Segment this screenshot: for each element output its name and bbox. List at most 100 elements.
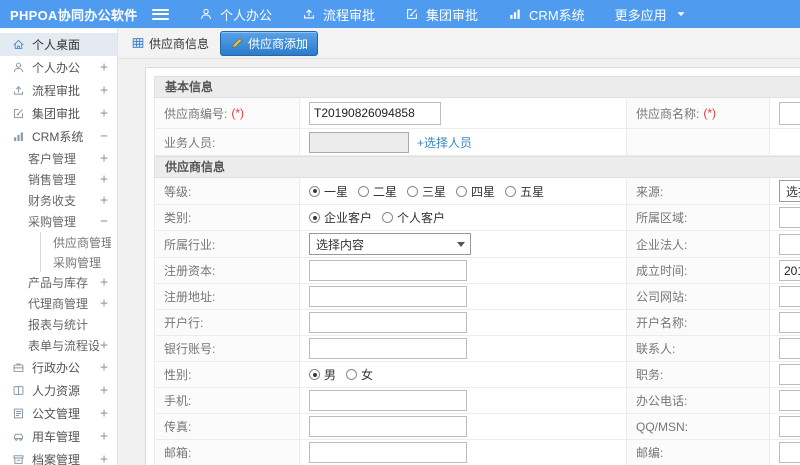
expander-icon[interactable]: + [100,296,108,311]
sidebar-item-个人桌面[interactable]: 个人桌面 [0,33,117,56]
text-input[interactable] [779,260,800,281]
expander-icon[interactable]: − [100,214,108,229]
form-table: 等级:一星二星三星四星五星来源:选择内容类别:企业客户个人客户所属区域:所属行业… [154,178,800,465]
expander-icon[interactable]: + [100,151,108,166]
label-text: 办公电话: [636,394,688,408]
sidebar-item-label: 用车管理 [32,430,81,444]
field-label: 手机: [155,388,300,413]
select-input[interactable]: 选择内容 [309,233,471,255]
radio-option-四星[interactable]: 四星 [456,183,495,200]
text-input[interactable] [779,364,800,385]
supplier-form-panel: 基本信息供应商编号:(*)供应商名称:(*)业务人员:+选择人员供应商信息等级:… [145,67,800,465]
radio-option-一星[interactable]: 一星 [309,183,348,200]
expander-icon[interactable]: + [100,193,108,208]
sidebar-item-财务收支[interactable]: 财务收支 + [0,190,117,211]
text-input[interactable] [779,207,800,228]
select-value: 选择内容 [316,237,365,252]
expander-icon[interactable]: + [100,83,108,98]
sidebar-item-采购管理[interactable]: 采购管理 [40,252,117,272]
sidebar-item-客户管理[interactable]: 客户管理 + [0,148,117,169]
field-label: 开户名称: [627,310,770,335]
radio-group: 男女 [309,366,373,383]
text-input[interactable] [309,260,467,281]
select-input[interactable]: 选择内容 [779,180,800,202]
sidebar-item-行政办公[interactable]: 行政办公 + [0,356,117,379]
expander-icon[interactable]: + [100,383,108,398]
radio-icon [309,185,320,197]
sidebar-item-公文管理[interactable]: 公文管理 + [0,402,117,425]
sidebar-item-报表与统计[interactable]: 报表与统计 [0,314,117,335]
expander-icon[interactable]: + [100,275,108,290]
sidebar-item-人力资源[interactable]: 人力资源 + [0,379,117,402]
label-text: 类别: [164,211,192,225]
sidebar-item-label: 个人办公 [32,61,81,75]
sidebar-item-销售管理[interactable]: 销售管理 + [0,169,117,190]
nav-item-更多应用[interactable]: 更多应用 [615,5,688,24]
form-row: 注册地址: 公司网站: [155,284,800,310]
tab-supplier-add[interactable]: 供应商添加 [220,30,319,56]
expander-icon[interactable]: + [100,406,108,421]
text-input[interactable] [779,286,800,307]
sidebar-item-产品与库存[interactable]: 产品与库存 + [0,272,117,293]
text-input[interactable] [309,416,467,437]
text-input[interactable] [309,131,409,153]
expander-icon[interactable]: + [100,452,108,465]
expander-icon[interactable]: + [100,172,108,187]
expander-icon[interactable]: + [100,360,108,375]
sidebar-item-表单与流程设置[interactable]: 表单与流程设置+ [0,335,117,356]
expander-icon[interactable]: + [100,429,108,444]
form-row: 手机: 办公电话: [155,388,800,414]
expander-icon[interactable]: − [100,129,108,144]
nav-item-个人办公[interactable]: 个人办公 [199,5,272,24]
sidebar-item-代理商管理[interactable]: 代理商管理 + [0,293,117,314]
nav-item-集团审批[interactable]: 集团审批 [405,5,478,24]
radio-option-女[interactable]: 女 [346,366,373,383]
text-input[interactable] [779,442,800,463]
menu-icon[interactable] [152,8,169,20]
text-input[interactable] [779,312,800,333]
sidebar-item-集团审批[interactable]: 集团审批 + [0,102,117,125]
expander-icon[interactable]: + [100,106,108,121]
radio-option-五星[interactable]: 五星 [505,183,544,200]
radio-option-个人客户[interactable]: 个人客户 [382,209,445,226]
label-text: 职务: [636,368,664,382]
select-value: 选择内容 [786,184,800,199]
sidebar-item-档案管理[interactable]: 档案管理 + [0,448,117,465]
label-text: 注册资本: [164,264,216,278]
field-control [300,310,627,335]
expander-icon[interactable]: + [100,60,108,75]
sidebar-item-用车管理[interactable]: 用车管理 + [0,425,117,448]
text-input[interactable] [309,101,441,125]
pencil-icon [232,38,242,49]
text-input[interactable] [309,312,467,333]
tab-supplier-info[interactable]: 供应商信息 [131,35,209,52]
text-input[interactable] [779,101,800,125]
radio-option-二星[interactable]: 二星 [358,183,397,200]
text-input[interactable] [779,416,800,437]
sidebar-item-CRM系统[interactable]: CRM系统 − [0,125,117,148]
form-row: 供应商编号:(*)供应商名称:(*) [155,98,800,129]
field-label: 成立时间: [627,258,770,283]
field-label: 类别: [155,205,300,230]
label-text: 业务人员: [164,135,216,150]
text-input[interactable] [779,233,800,255]
sidebar-item-流程审批[interactable]: 流程审批 + [0,79,117,102]
expander-icon[interactable]: + [100,338,108,353]
sidebar-item-个人办公[interactable]: 个人办公 + [0,56,117,79]
text-input[interactable] [309,338,467,359]
text-input[interactable] [779,338,800,359]
text-input[interactable] [309,286,467,307]
sidebar-item-采购管理[interactable]: 采购管理 − [0,211,117,232]
field-control [300,414,627,439]
radio-option-男[interactable]: 男 [309,366,336,383]
text-input[interactable] [309,442,467,463]
text-input[interactable] [779,390,800,411]
radio-option-企业客户[interactable]: 企业客户 [309,209,372,226]
nav-item-CRM系统[interactable]: CRM系统 [508,5,585,24]
text-input[interactable] [309,390,467,411]
sidebar-item-供应商管理[interactable]: 供应商管理 [40,232,117,252]
radio-option-三星[interactable]: 三星 [407,183,446,200]
select-person-link[interactable]: +选择人员 [417,134,472,151]
nav-item-流程审批[interactable]: 流程审批 [302,5,375,24]
form-table: 供应商编号:(*)供应商名称:(*) 业务人员: +选择人员 [154,98,800,156]
